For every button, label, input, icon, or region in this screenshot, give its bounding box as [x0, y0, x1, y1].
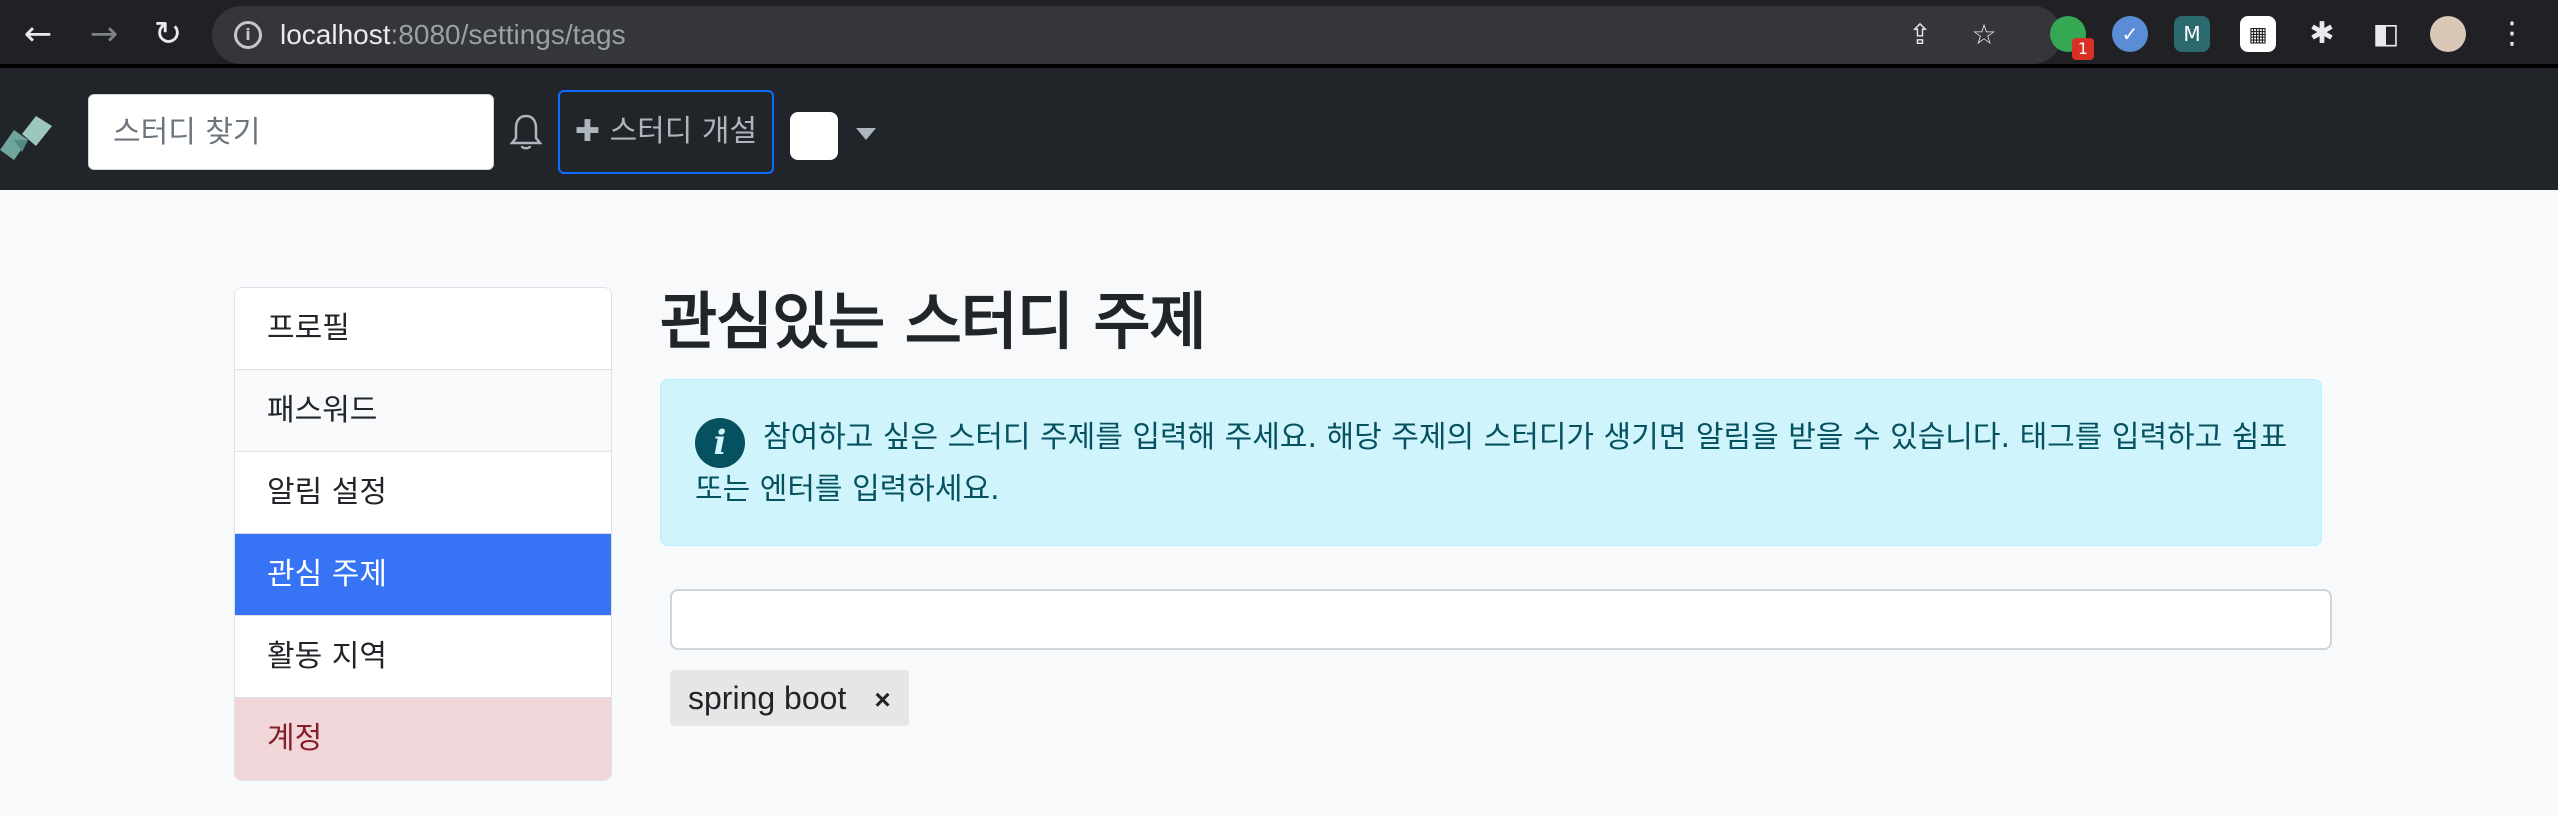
- tags-input[interactable]: [670, 589, 2332, 650]
- search-input[interactable]: [88, 94, 494, 170]
- share-icon[interactable]: ⇪: [1904, 19, 1936, 51]
- site-info-icon[interactable]: i: [234, 21, 262, 49]
- settings-sidebar: 프로필 패스워드 알림 설정 관심 주제 활동 지역 계정: [234, 287, 612, 781]
- browser-toolbar: ← → ↻ i localhost:8080/settings/tags ⇪ ☆…: [0, 0, 2558, 68]
- extension-icon[interactable]: 1: [2050, 16, 2094, 60]
- sidebar-item-password[interactable]: 패스워드: [235, 370, 611, 452]
- app-navbar: ✚ 스터디 개설: [0, 68, 2558, 190]
- sidebar-item-tags[interactable]: 관심 주제: [235, 534, 611, 616]
- sidebar-item-account[interactable]: 계정: [235, 698, 611, 780]
- close-icon[interactable]: ×: [874, 672, 890, 728]
- extension-badge: 1: [2072, 38, 2094, 60]
- plus-icon: ✚: [574, 114, 601, 149]
- sidebar-item-notifications[interactable]: 알림 설정: [235, 452, 611, 534]
- create-study-button[interactable]: ✚ 스터디 개설: [558, 90, 774, 174]
- chevron-down-icon[interactable]: [856, 128, 876, 140]
- side-panel-icon[interactable]: ◧: [2368, 16, 2404, 52]
- url-host: localhost: [280, 19, 391, 50]
- create-study-label: 스터디 개설: [609, 114, 758, 149]
- puzzle-icon[interactable]: ✱: [2304, 16, 2340, 52]
- info-alert: i 참여하고 싶은 스터디 주제를 입력해 주세요. 해당 주제의 스터디가 생…: [660, 379, 2322, 546]
- address-bar[interactable]: i localhost:8080/settings/tags ⇪ ☆: [212, 6, 2062, 64]
- url-path: :8080/settings/tags: [390, 19, 626, 50]
- alert-text: 참여하고 싶은 스터디 주제를 입력해 주세요. 해당 주제의 스터디가 생기면…: [695, 420, 2288, 507]
- forward-icon[interactable]: →: [84, 14, 124, 54]
- tag-label: spring boot: [688, 680, 847, 716]
- profile-avatar-icon[interactable]: [2430, 16, 2466, 52]
- sidebar-item-zones[interactable]: 활동 지역: [235, 616, 611, 698]
- extension-icon[interactable]: ✓: [2112, 16, 2148, 52]
- user-avatar[interactable]: [790, 112, 838, 160]
- bell-icon[interactable]: [508, 112, 544, 152]
- menu-kebab-icon[interactable]: ⋮: [2494, 16, 2530, 52]
- extension-icon[interactable]: M: [2174, 16, 2210, 52]
- back-icon[interactable]: ←: [18, 14, 58, 54]
- url-text[interactable]: localhost:8080/settings/tags: [280, 19, 626, 51]
- qr-code-icon[interactable]: ▦: [2240, 16, 2276, 52]
- bookmark-star-icon[interactable]: ☆: [1968, 19, 2000, 51]
- reload-icon[interactable]: ↻: [148, 14, 188, 54]
- tag-chip[interactable]: spring boot ×: [670, 670, 909, 726]
- logo-icon[interactable]: [0, 110, 56, 166]
- page-title: 관심있는 스터디 주제: [660, 285, 1207, 358]
- sidebar-item-profile[interactable]: 프로필: [235, 288, 611, 370]
